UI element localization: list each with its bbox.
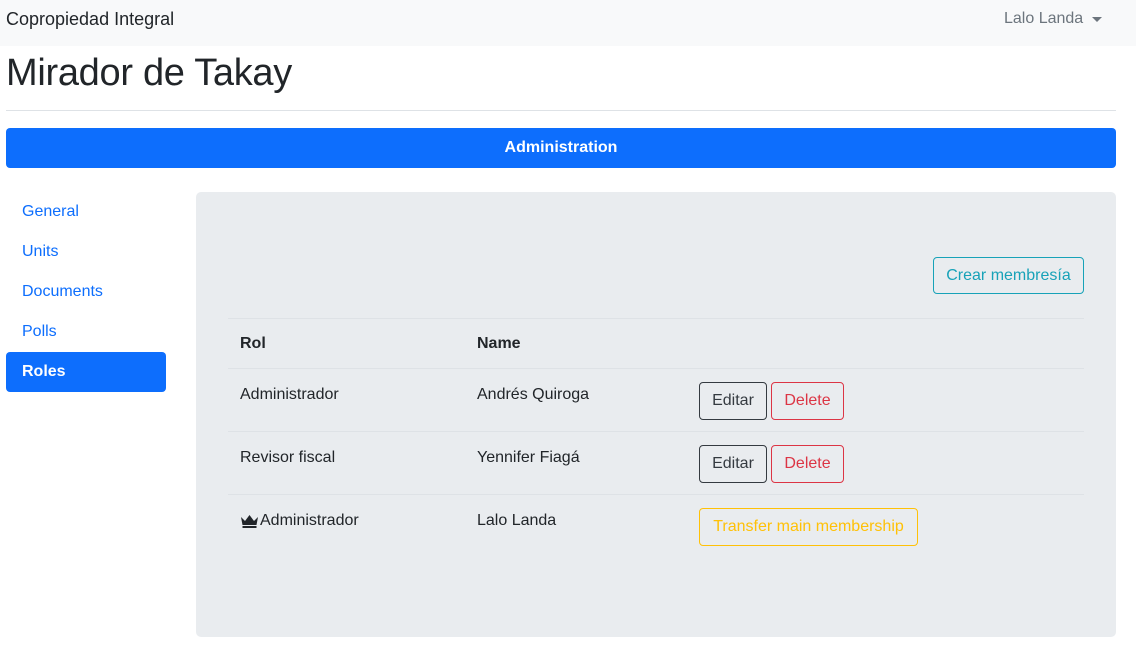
user-menu-dropdown[interactable]: Lalo Landa <box>1004 10 1103 28</box>
row-actions: Editar Delete <box>699 445 844 483</box>
sidebar-item-units[interactable]: Units <box>6 232 166 272</box>
edit-button[interactable]: Editar <box>699 445 767 483</box>
cell-rol-label: Administrador <box>260 512 359 529</box>
cell-name: Yennifer Fiagá <box>477 449 580 466</box>
row-actions: Editar Delete <box>699 382 844 420</box>
cell-name: Andrés Quiroga <box>477 386 590 403</box>
cell-rol-main: Administrador <box>240 512 359 530</box>
delete-button[interactable]: Delete <box>771 382 844 420</box>
sidebar-nav: General Units Documents Polls Roles <box>6 192 166 392</box>
cell-rol: Revisor fiscal <box>240 449 336 466</box>
table-row: Revisor fiscal Yennifer Fiagá Editar Del… <box>228 431 1084 494</box>
caret-down-icon <box>1092 16 1103 22</box>
row-actions: Transfer main membership <box>699 508 918 546</box>
cell-rol: Administrador <box>240 386 339 403</box>
sidebar-item-general[interactable]: General <box>6 192 166 232</box>
table-header-row: Rol Name <box>228 318 1084 368</box>
crown-icon <box>241 515 258 528</box>
edit-button[interactable]: Editar <box>699 382 767 420</box>
table-row: Administrador Andrés Quiroga Editar Dele… <box>228 368 1084 431</box>
brand-link[interactable]: Copropiedad Integral <box>6 9 174 30</box>
roles-table: Rol Name Administrador Andrés Quiroga Ed… <box>228 318 1084 557</box>
create-membership-button[interactable]: Crear membresía <box>933 257 1084 294</box>
sidebar-item-polls[interactable]: Polls <box>6 312 166 352</box>
cell-name: Lalo Landa <box>477 512 557 529</box>
page-title: Mirador de Takay <box>6 52 292 94</box>
header-rol: Rol <box>240 335 266 352</box>
transfer-membership-button[interactable]: Transfer main membership <box>699 508 918 546</box>
administration-button[interactable]: Administration <box>6 128 1116 168</box>
title-divider <box>6 110 1116 111</box>
delete-button[interactable]: Delete <box>771 445 844 483</box>
table-row: Administrador Lalo Landa Transfer main m… <box>228 494 1084 557</box>
sidebar-item-roles[interactable]: Roles <box>6 352 166 392</box>
user-name: Lalo Landa <box>1004 10 1084 27</box>
header-name: Name <box>477 335 521 352</box>
sidebar-item-documents[interactable]: Documents <box>6 272 166 312</box>
top-navbar: Copropiedad Integral Lalo Landa <box>0 0 1136 46</box>
roles-panel: Crear membresía Rol Name Administrador A… <box>196 192 1116 637</box>
